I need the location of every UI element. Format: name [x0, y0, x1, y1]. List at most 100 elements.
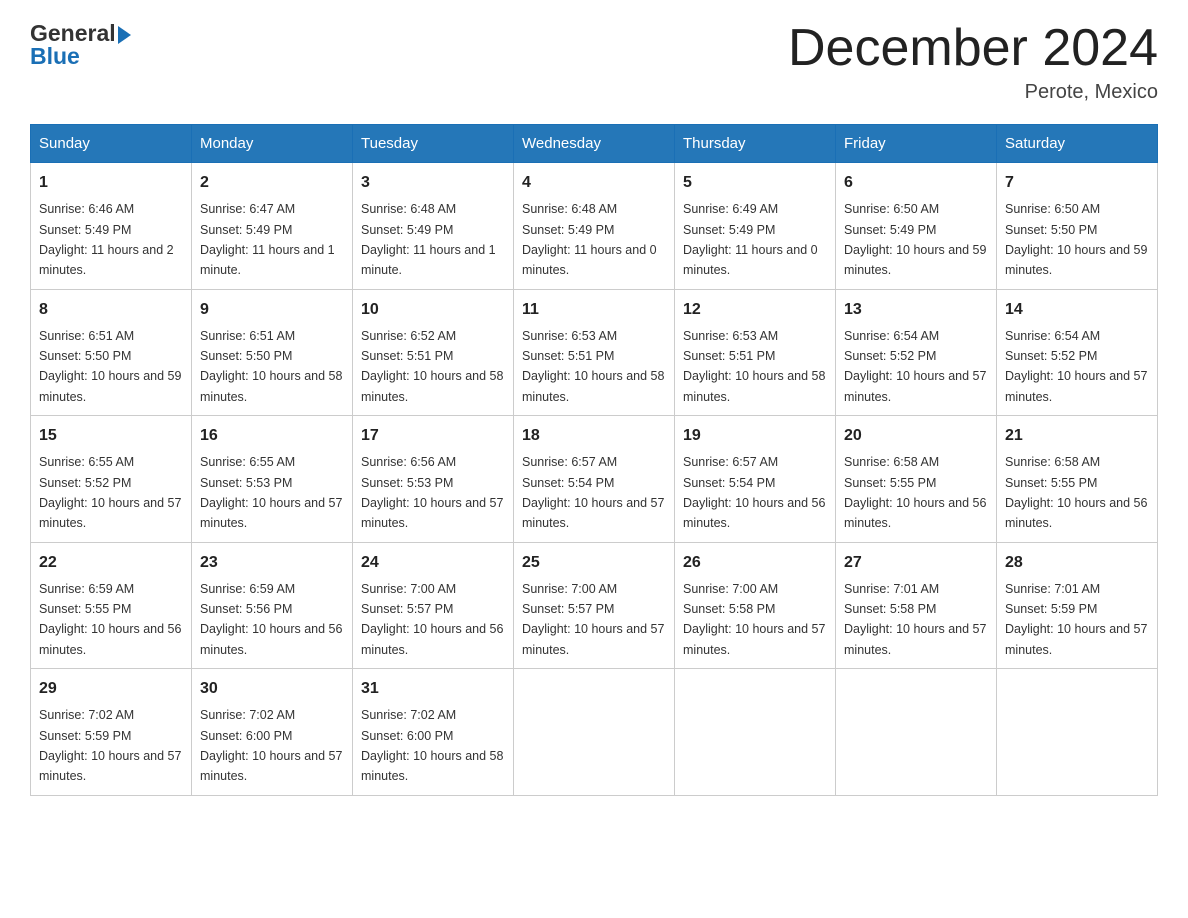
day-number: 20: [844, 424, 988, 448]
day-info: Sunrise: 7:00 AMSunset: 5:58 PMDaylight:…: [683, 582, 825, 657]
day-number: 8: [39, 298, 183, 322]
day-info: Sunrise: 6:50 AMSunset: 5:50 PMDaylight:…: [1005, 202, 1147, 277]
table-row: 5 Sunrise: 6:49 AMSunset: 5:49 PMDayligh…: [675, 163, 836, 290]
table-row: 6 Sunrise: 6:50 AMSunset: 5:49 PMDayligh…: [836, 163, 997, 290]
day-number: 13: [844, 298, 988, 322]
logo-triangle-icon: [118, 26, 131, 44]
table-row: 17 Sunrise: 6:56 AMSunset: 5:53 PMDaylig…: [353, 416, 514, 543]
day-info: Sunrise: 6:53 AMSunset: 5:51 PMDaylight:…: [522, 329, 664, 404]
table-row: 29 Sunrise: 7:02 AMSunset: 5:59 PMDaylig…: [31, 669, 192, 796]
day-info: Sunrise: 7:01 AMSunset: 5:58 PMDaylight:…: [844, 582, 986, 657]
logo-blue-text: Blue: [30, 43, 80, 70]
day-info: Sunrise: 7:02 AMSunset: 5:59 PMDaylight:…: [39, 708, 181, 783]
day-number: 23: [200, 551, 344, 575]
table-row: 2 Sunrise: 6:47 AMSunset: 5:49 PMDayligh…: [192, 163, 353, 290]
table-row: [836, 669, 997, 796]
day-info: Sunrise: 6:51 AMSunset: 5:50 PMDaylight:…: [200, 329, 342, 404]
day-number: 29: [39, 677, 183, 701]
table-row: 20 Sunrise: 6:58 AMSunset: 5:55 PMDaylig…: [836, 416, 997, 543]
table-row: 4 Sunrise: 6:48 AMSunset: 5:49 PMDayligh…: [514, 163, 675, 290]
day-number: 14: [1005, 298, 1149, 322]
header-sunday: Sunday: [31, 125, 192, 163]
table-row: 15 Sunrise: 6:55 AMSunset: 5:52 PMDaylig…: [31, 416, 192, 543]
day-info: Sunrise: 6:57 AMSunset: 5:54 PMDaylight:…: [683, 455, 825, 530]
day-info: Sunrise: 6:54 AMSunset: 5:52 PMDaylight:…: [1005, 329, 1147, 404]
calendar-week-row: 15 Sunrise: 6:55 AMSunset: 5:52 PMDaylig…: [31, 416, 1158, 543]
day-info: Sunrise: 6:55 AMSunset: 5:52 PMDaylight:…: [39, 455, 181, 530]
day-number: 21: [1005, 424, 1149, 448]
day-number: 15: [39, 424, 183, 448]
page-header: General Blue December 2024 Perote, Mexic…: [30, 20, 1158, 104]
day-info: Sunrise: 7:02 AMSunset: 6:00 PMDaylight:…: [200, 708, 342, 783]
header-monday: Monday: [192, 125, 353, 163]
table-row: 12 Sunrise: 6:53 AMSunset: 5:51 PMDaylig…: [675, 289, 836, 416]
day-number: 3: [361, 171, 505, 195]
day-info: Sunrise: 6:53 AMSunset: 5:51 PMDaylight:…: [683, 329, 825, 404]
day-number: 18: [522, 424, 666, 448]
day-number: 17: [361, 424, 505, 448]
table-row: 31 Sunrise: 7:02 AMSunset: 6:00 PMDaylig…: [353, 669, 514, 796]
day-info: Sunrise: 6:59 AMSunset: 5:56 PMDaylight:…: [200, 582, 342, 657]
header-saturday: Saturday: [997, 125, 1158, 163]
day-info: Sunrise: 6:49 AMSunset: 5:49 PMDaylight:…: [683, 202, 818, 277]
table-row: 18 Sunrise: 6:57 AMSunset: 5:54 PMDaylig…: [514, 416, 675, 543]
table-row: [997, 669, 1158, 796]
day-number: 10: [361, 298, 505, 322]
day-info: Sunrise: 6:50 AMSunset: 5:49 PMDaylight:…: [844, 202, 986, 277]
day-info: Sunrise: 6:57 AMSunset: 5:54 PMDaylight:…: [522, 455, 664, 530]
day-number: 11: [522, 298, 666, 322]
day-number: 16: [200, 424, 344, 448]
table-row: 22 Sunrise: 6:59 AMSunset: 5:55 PMDaylig…: [31, 542, 192, 669]
day-info: Sunrise: 6:46 AMSunset: 5:49 PMDaylight:…: [39, 202, 174, 277]
day-info: Sunrise: 6:59 AMSunset: 5:55 PMDaylight:…: [39, 582, 181, 657]
calendar-week-row: 29 Sunrise: 7:02 AMSunset: 5:59 PMDaylig…: [31, 669, 1158, 796]
day-number: 7: [1005, 171, 1149, 195]
table-row: 10 Sunrise: 6:52 AMSunset: 5:51 PMDaylig…: [353, 289, 514, 416]
day-info: Sunrise: 6:58 AMSunset: 5:55 PMDaylight:…: [1005, 455, 1147, 530]
header-wednesday: Wednesday: [514, 125, 675, 163]
table-row: 28 Sunrise: 7:01 AMSunset: 5:59 PMDaylig…: [997, 542, 1158, 669]
table-row: 23 Sunrise: 6:59 AMSunset: 5:56 PMDaylig…: [192, 542, 353, 669]
header-thursday: Thursday: [675, 125, 836, 163]
table-row: 8 Sunrise: 6:51 AMSunset: 5:50 PMDayligh…: [31, 289, 192, 416]
logo: General Blue: [30, 20, 131, 70]
day-info: Sunrise: 6:56 AMSunset: 5:53 PMDaylight:…: [361, 455, 503, 530]
day-info: Sunrise: 7:02 AMSunset: 6:00 PMDaylight:…: [361, 708, 503, 783]
calendar-table: Sunday Monday Tuesday Wednesday Thursday…: [30, 124, 1158, 796]
day-info: Sunrise: 6:54 AMSunset: 5:52 PMDaylight:…: [844, 329, 986, 404]
day-info: Sunrise: 6:48 AMSunset: 5:49 PMDaylight:…: [361, 202, 496, 277]
day-number: 5: [683, 171, 827, 195]
day-info: Sunrise: 7:01 AMSunset: 5:59 PMDaylight:…: [1005, 582, 1147, 657]
day-number: 24: [361, 551, 505, 575]
day-number: 2: [200, 171, 344, 195]
month-title: December 2024: [788, 20, 1158, 77]
table-row: 9 Sunrise: 6:51 AMSunset: 5:50 PMDayligh…: [192, 289, 353, 416]
table-row: [675, 669, 836, 796]
table-row: 26 Sunrise: 7:00 AMSunset: 5:58 PMDaylig…: [675, 542, 836, 669]
day-number: 26: [683, 551, 827, 575]
calendar-week-row: 22 Sunrise: 6:59 AMSunset: 5:55 PMDaylig…: [31, 542, 1158, 669]
table-row: 3 Sunrise: 6:48 AMSunset: 5:49 PMDayligh…: [353, 163, 514, 290]
day-number: 27: [844, 551, 988, 575]
day-info: Sunrise: 6:58 AMSunset: 5:55 PMDaylight:…: [844, 455, 986, 530]
header-tuesday: Tuesday: [353, 125, 514, 163]
calendar-week-row: 1 Sunrise: 6:46 AMSunset: 5:49 PMDayligh…: [31, 163, 1158, 290]
calendar-week-row: 8 Sunrise: 6:51 AMSunset: 5:50 PMDayligh…: [31, 289, 1158, 416]
title-block: December 2024 Perote, Mexico: [788, 20, 1158, 104]
table-row: 21 Sunrise: 6:58 AMSunset: 5:55 PMDaylig…: [997, 416, 1158, 543]
table-row: 14 Sunrise: 6:54 AMSunset: 5:52 PMDaylig…: [997, 289, 1158, 416]
day-info: Sunrise: 6:55 AMSunset: 5:53 PMDaylight:…: [200, 455, 342, 530]
location-text: Perote, Mexico: [788, 81, 1158, 104]
table-row: [514, 669, 675, 796]
table-row: 19 Sunrise: 6:57 AMSunset: 5:54 PMDaylig…: [675, 416, 836, 543]
table-row: 27 Sunrise: 7:01 AMSunset: 5:58 PMDaylig…: [836, 542, 997, 669]
day-info: Sunrise: 7:00 AMSunset: 5:57 PMDaylight:…: [361, 582, 503, 657]
day-number: 9: [200, 298, 344, 322]
table-row: 11 Sunrise: 6:53 AMSunset: 5:51 PMDaylig…: [514, 289, 675, 416]
day-number: 22: [39, 551, 183, 575]
table-row: 16 Sunrise: 6:55 AMSunset: 5:53 PMDaylig…: [192, 416, 353, 543]
day-info: Sunrise: 6:47 AMSunset: 5:49 PMDaylight:…: [200, 202, 335, 277]
table-row: 1 Sunrise: 6:46 AMSunset: 5:49 PMDayligh…: [31, 163, 192, 290]
table-row: 13 Sunrise: 6:54 AMSunset: 5:52 PMDaylig…: [836, 289, 997, 416]
day-info: Sunrise: 7:00 AMSunset: 5:57 PMDaylight:…: [522, 582, 664, 657]
